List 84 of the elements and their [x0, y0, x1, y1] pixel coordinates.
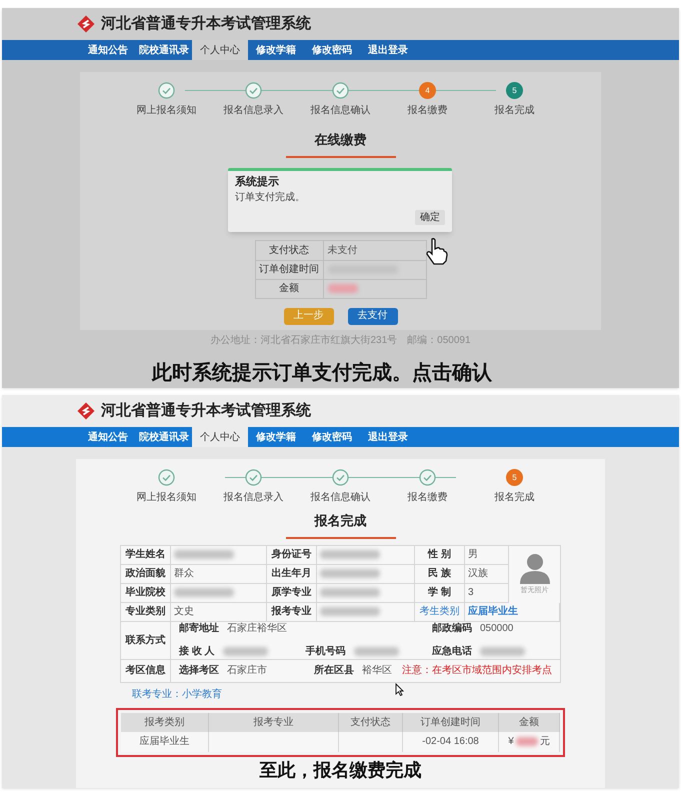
- field-value: 文史: [174, 604, 194, 619]
- joint-major-text: 联考专业：小学教育: [132, 688, 222, 702]
- field-label: 联系方式: [126, 633, 166, 648]
- step-number: 5: [506, 82, 523, 99]
- field-value: 裕华区: [362, 664, 392, 678]
- column-header: 报考类别: [144, 716, 184, 730]
- step-label: 报名缴费: [408, 104, 448, 118]
- nav-tab[interactable]: 院校通讯录: [136, 40, 192, 60]
- step-label: 报名信息确认: [310, 104, 370, 118]
- step-number: 4: [419, 82, 436, 99]
- field-label: 应急电话: [432, 644, 472, 659]
- hand-cursor-icon: [424, 237, 448, 265]
- step-label: 网上报名须知: [136, 490, 196, 505]
- field-label: 政治面貌: [126, 566, 166, 581]
- nav-tab[interactable]: 修改密码: [304, 427, 360, 447]
- field-label: 手机号码: [306, 644, 346, 659]
- nav-tab[interactable]: 通知公告: [80, 427, 136, 447]
- field-label: 出生年月: [272, 566, 312, 581]
- field-value: 汉族: [468, 566, 488, 581]
- notice-text: 注意：在考区市域范围内安排考点: [402, 664, 552, 678]
- field-label: 原学专业: [272, 586, 312, 600]
- field-label: 毕业院校: [126, 586, 166, 600]
- section-title: 在线缴费: [314, 131, 366, 149]
- nav-tab[interactable]: 个人中心: [192, 427, 248, 447]
- field-link[interactable]: 应届毕业生: [468, 604, 518, 619]
- pay-button[interactable]: 去支付: [348, 308, 398, 324]
- section-title: 报名完成: [314, 512, 366, 530]
- field-label: 专业类别: [126, 604, 166, 619]
- step-label: 报名缴费: [408, 490, 448, 505]
- field-value: 石家庄裕华区: [227, 622, 287, 636]
- table-cell-text: -02-04 16:08: [422, 735, 479, 749]
- video-caption: 至此，报名缴费完成: [260, 758, 422, 780]
- field-value: 群众: [174, 567, 194, 581]
- site-title: 河北省普通专升本考试管理系统: [101, 400, 311, 421]
- step-label: 报名信息录入: [224, 104, 284, 118]
- field-value: 3: [468, 586, 474, 600]
- field-value: 男: [468, 548, 478, 562]
- step-label: 报名完成: [494, 490, 534, 505]
- nav-tab[interactable]: 退出登录: [360, 40, 416, 60]
- footer-address: 办公地址：河北省石家庄市红旗大街231号 邮编：050091: [209, 334, 472, 348]
- currency-unit: 元: [540, 735, 550, 749]
- currency-sign: ¥: [508, 735, 514, 749]
- step-label: 网上报名须知: [136, 104, 196, 118]
- table-value: 未支付: [328, 244, 358, 258]
- nav-tab[interactable]: 个人中心: [192, 40, 248, 60]
- field-label: 邮寄地址: [179, 621, 219, 636]
- table-label: 支付状态: [269, 244, 309, 258]
- field-label: 身份证号: [272, 548, 312, 562]
- nav-tab[interactable]: 修改学籍: [248, 427, 304, 447]
- ok-button[interactable]: 确定: [415, 210, 445, 226]
- nav-tab[interactable]: 修改密码: [304, 40, 360, 60]
- nav-tab[interactable]: 退出登录: [360, 427, 416, 447]
- field-label: 考区信息: [126, 664, 166, 678]
- nav-tab[interactable]: 院校通讯录: [136, 427, 192, 447]
- step-label: 报名完成: [494, 104, 534, 118]
- field-label: 学 制: [428, 586, 451, 600]
- field-label: 性 别: [428, 548, 451, 562]
- field-label: 学生姓名: [126, 548, 166, 562]
- field-label: 报考专业: [272, 604, 312, 619]
- nav-tab[interactable]: 通知公告: [80, 40, 136, 60]
- video-caption: 此时系统提示订单支付完成。点击确认: [152, 361, 492, 385]
- table-cell-text: 应届毕业生: [140, 734, 190, 749]
- table-label: 订单创建时间: [259, 262, 319, 277]
- step-number: 5: [506, 469, 523, 486]
- dialog-title: 系统提示: [235, 176, 280, 190]
- nav-tab[interactable]: 修改学籍: [248, 40, 304, 60]
- field-label: 民 族: [428, 566, 451, 581]
- table-label: 金额: [279, 282, 299, 296]
- field-label: 所在区县: [314, 664, 354, 678]
- field-label: 考生类别: [420, 604, 460, 619]
- field-label: 选择考区: [179, 664, 219, 678]
- column-header: 金额: [519, 716, 539, 730]
- field-value: 石家庄市: [227, 664, 267, 678]
- field-value: 050000: [480, 622, 514, 636]
- site-title: 河北省普通专升本考试管理系统: [101, 14, 311, 34]
- column-header: 订单创建时间: [420, 716, 480, 730]
- step-label: 报名信息确认: [310, 490, 370, 505]
- step-label: 报名信息录入: [224, 490, 284, 505]
- column-header: 支付状态: [350, 716, 390, 730]
- dialog-message: 订单支付完成。: [235, 192, 306, 204]
- column-header: 报考专业: [254, 716, 294, 730]
- field-label: 邮政编码: [432, 622, 472, 636]
- field-label: 接 收 人: [179, 644, 215, 659]
- blurred-text: [516, 737, 538, 746]
